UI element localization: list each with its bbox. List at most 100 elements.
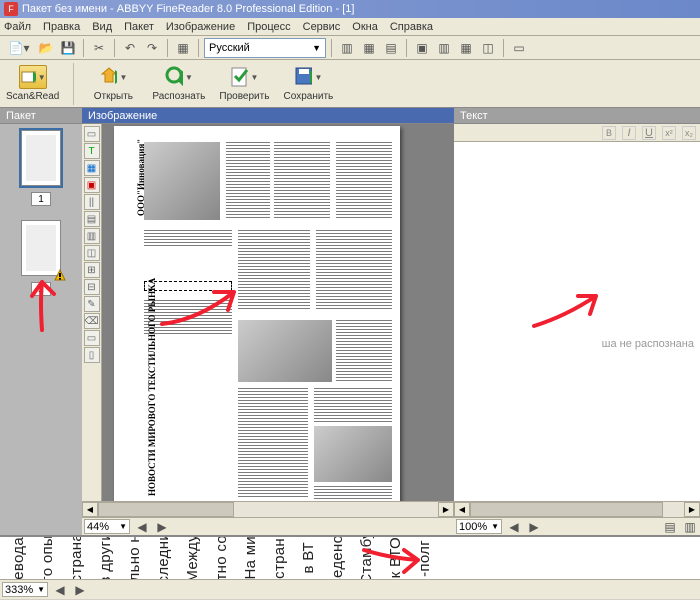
layout-button-5[interactable]: ▥ [434, 38, 454, 58]
scroll-right-icon[interactable]: ▶ [684, 502, 700, 517]
scroll-thumb[interactable] [470, 502, 663, 517]
image-panel: Изображение ▭ T ▦ ▣ || ▤ ▥ ◫ ⊞ ⊟ ✎ ⌫ ▭ ▯ [82, 108, 454, 535]
menu-edit[interactable]: Правка [43, 21, 80, 33]
zoom-statusbar: 333%▼ ◀ ▶ [0, 579, 700, 599]
zoom-panel[interactable]: еводаго опыстранав другильно нследниМежд… [0, 535, 700, 579]
text-panel: Текст B I U x² x₂ ша не распознана ◀ ▶ 1… [454, 108, 700, 535]
layout-button-7[interactable]: ◫ [478, 38, 498, 58]
menu-windows[interactable]: Окна [352, 21, 378, 33]
text-prev-icon[interactable]: ◀ [504, 517, 524, 537]
layout-button-2[interactable]: ▦ [359, 38, 379, 58]
open-image-button[interactable]: ▼ Открыть [88, 65, 138, 102]
layout-button-3[interactable]: ▤ [381, 38, 401, 58]
standard-toolbar: 📄▾ 📂 💾 ✂ ↶ ↷ ▦ Русский ▼ ▥ ▦ ▤ ▣ ▥ ▦ ◫ ▭ [0, 36, 700, 60]
zoom-level-select[interactable]: 333%▼ [2, 582, 48, 597]
tool-13[interactable]: ▯ [84, 347, 100, 363]
warning-icon [54, 269, 66, 281]
tool-9[interactable]: ⊟ [84, 279, 100, 295]
image-prev-icon[interactable]: ◀ [132, 517, 152, 537]
page-thumbnail-2[interactable] [21, 220, 61, 276]
open-label: Открыть [94, 91, 133, 102]
separator [331, 39, 332, 57]
layout-button-1[interactable]: ▥ [337, 38, 357, 58]
tool-table-icon[interactable]: ▦ [84, 160, 100, 176]
text-panel-header: Текст [454, 108, 700, 124]
new-button[interactable]: 📄▾ [4, 38, 34, 58]
batch-thumbnails: 1 2 [0, 124, 82, 535]
scroll-thumb[interactable] [98, 502, 234, 517]
scroll-left-icon[interactable]: ◀ [454, 502, 470, 517]
menu-view[interactable]: Вид [92, 21, 112, 33]
open-icon: ▼ [99, 65, 127, 89]
menu-bar: Файл Правка Вид Пакет Изображение Процес… [0, 18, 700, 36]
page-number-2: 2 [31, 282, 51, 296]
scroll-left-icon[interactable]: ◀ [82, 502, 98, 517]
layout-button-4[interactable]: ▣ [412, 38, 432, 58]
layout-button-6[interactable]: ▦ [456, 38, 476, 58]
text-next-icon[interactable]: ▶ [524, 517, 544, 537]
redo-button[interactable]: ↷ [142, 38, 162, 58]
tool-picture-icon[interactable]: ▣ [84, 177, 100, 193]
text-layout-icon[interactable]: ▤ [660, 517, 680, 537]
scroll-right-icon[interactable]: ▶ [438, 502, 454, 517]
text-body[interactable]: ша не распознана [454, 142, 700, 501]
save-button[interactable]: 💾 [58, 38, 78, 58]
text-layout-icon-2[interactable]: ▥ [680, 517, 700, 537]
tool-10[interactable]: ✎ [84, 296, 100, 312]
sub-button[interactable]: x₂ [682, 126, 696, 140]
tool-6[interactable]: ▥ [84, 228, 100, 244]
zoom-next-icon[interactable]: ▶ [70, 580, 90, 600]
menu-help[interactable]: Справка [390, 21, 433, 33]
workspace: Пакет 1 2 Изображение ▭ T ▦ ▣ || ▤ ▥ ◫ ⊞ [0, 108, 700, 535]
menu-process[interactable]: Процесс [247, 21, 290, 33]
check-button[interactable]: ▼ Проверить [219, 65, 269, 102]
page-thumbnail-1[interactable] [21, 130, 61, 186]
menu-service[interactable]: Сервис [303, 21, 341, 33]
menu-batch[interactable]: Пакет [124, 21, 154, 33]
text-hscrollbar[interactable]: ◀ ▶ [454, 501, 700, 517]
text-statusbar: 100%▼ ◀ ▶ ▤ ▥ [454, 517, 700, 535]
tool-select-icon[interactable]: ▭ [84, 126, 100, 142]
language-select[interactable]: Русский ▼ [204, 38, 326, 58]
separator [73, 63, 74, 105]
save-result-button[interactable]: ▼ Сохранить [283, 65, 333, 102]
tool-12[interactable]: ▭ [84, 330, 100, 346]
tool-eraser-icon[interactable]: ⌫ [84, 313, 100, 329]
undo-button[interactable]: ↶ [120, 38, 140, 58]
help-icon[interactable]: ▭ [509, 38, 529, 58]
selection-rectangle[interactable] [144, 281, 232, 291]
image-zoom-select[interactable]: 44%▼ [84, 519, 130, 534]
tool-barcode-icon[interactable]: || [84, 194, 100, 210]
scanned-page: ООО"Инновация" НОВОСТИ МИРОВОГО [114, 126, 400, 501]
separator [406, 39, 407, 57]
check-icon: ▼ [230, 65, 258, 89]
image-next-icon[interactable]: ▶ [152, 517, 172, 537]
recognize-icon: ▼ [165, 65, 193, 89]
image-hscrollbar[interactable]: ◀ ▶ [82, 501, 454, 517]
tool-8[interactable]: ⊞ [84, 262, 100, 278]
zoom-prev-icon[interactable]: ◀ [50, 580, 70, 600]
italic-button[interactable]: I [622, 126, 636, 140]
tool-button[interactable]: ▦ [173, 38, 193, 58]
text-zoom-select[interactable]: 100%▼ [456, 519, 502, 534]
super-button[interactable]: x² [662, 126, 676, 140]
recognize-button[interactable]: ▼ Распознать [152, 65, 205, 102]
menu-image[interactable]: Изображение [166, 21, 235, 33]
tool-7[interactable]: ◫ [84, 245, 100, 261]
underline-button[interactable]: U [642, 126, 656, 140]
check-label: Проверить [219, 91, 269, 102]
open-button[interactable]: 📂 [36, 38, 56, 58]
text-toolbar: B I U x² x₂ [454, 124, 700, 142]
tool-5[interactable]: ▤ [84, 211, 100, 227]
title-bar: F Пакет без имени - ABBYY FineReader 8.0… [0, 0, 700, 18]
save-label: Сохранить [284, 91, 334, 102]
document-view[interactable]: ООО"Инновация" НОВОСТИ МИРОВОГО [102, 124, 454, 501]
scan-read-button[interactable]: ▼ Scan&Read [6, 65, 59, 102]
scan-read-label: Scan&Read [6, 91, 59, 102]
tool-text-icon[interactable]: T [84, 143, 100, 159]
cut-icon[interactable]: ✂ [89, 38, 109, 58]
separator [114, 39, 115, 57]
menu-file[interactable]: Файл [4, 21, 31, 33]
page-number-1: 1 [31, 192, 51, 206]
bold-button[interactable]: B [602, 126, 616, 140]
